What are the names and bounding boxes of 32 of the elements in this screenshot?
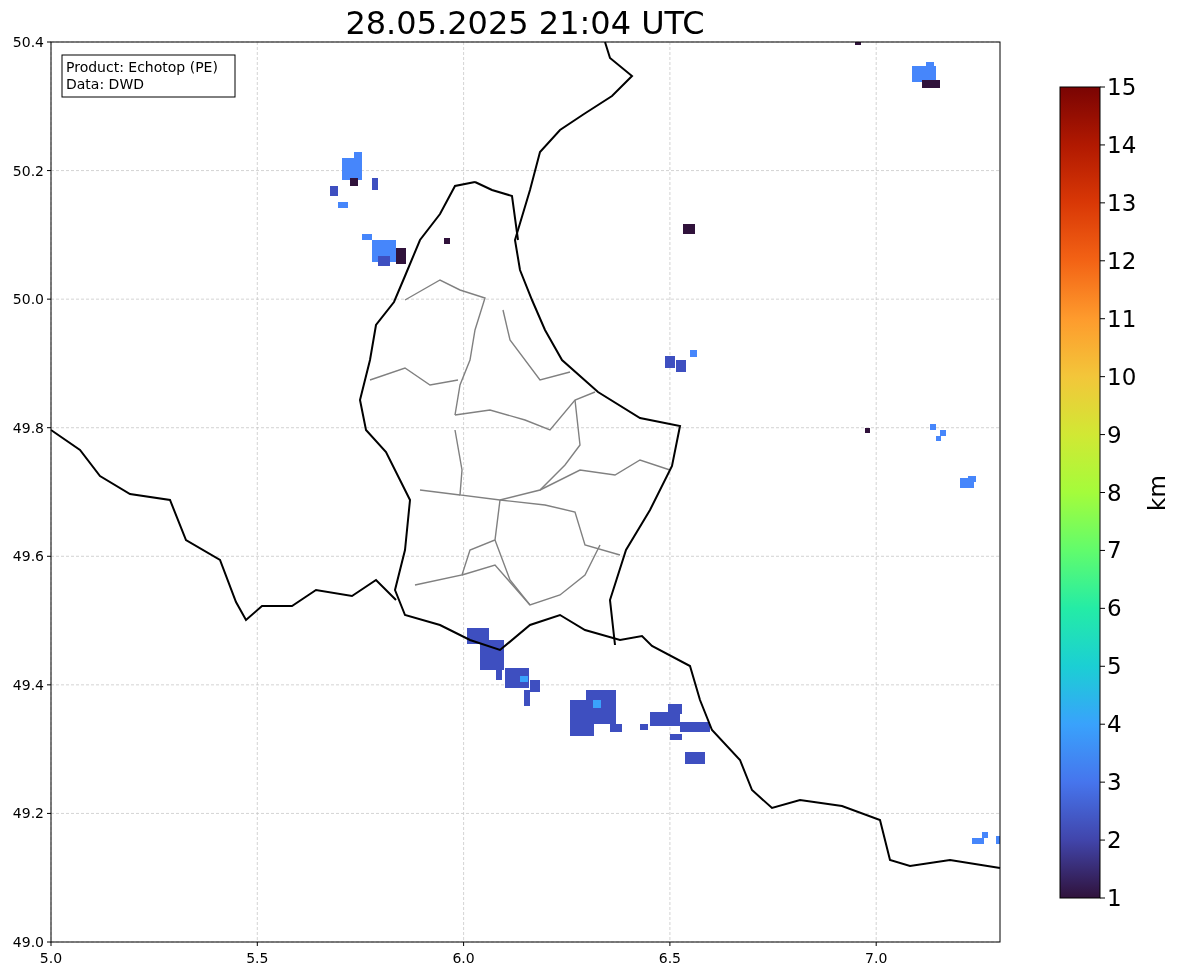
colorbar-tick-label: 13 [1107, 189, 1137, 216]
y-tick-label: 50.4 [12, 34, 44, 50]
x-tick-label: 7.0 [865, 950, 888, 966]
info-text: Product: Echotop (PE) [66, 59, 218, 75]
y-tick-label: 49.6 [12, 548, 44, 565]
colorbar-tick-label: 14 [1107, 131, 1137, 158]
y-tick-label: 50.0 [12, 291, 44, 308]
y-tick-label: 49.4 [12, 676, 44, 693]
colorbar-tick-label: 4 [1107, 711, 1122, 738]
colorbar-tick-label: 5 [1107, 653, 1122, 680]
colorbar-tick-label: 10 [1107, 363, 1137, 390]
y-tick-label: 49.0 [12, 934, 44, 950]
x-tick-label: 5.0 [39, 950, 63, 966]
y-tick-label: 50.2 [12, 162, 44, 179]
colorbar-tick-label: 7 [1107, 537, 1122, 564]
y-tick-label: 49.8 [12, 419, 44, 436]
x-tick-label: 5.5 [246, 950, 269, 966]
colorbar-tick-label: 12 [1107, 247, 1137, 274]
colorbar-tick-label: 2 [1107, 827, 1122, 854]
x-tick-label: 6.0 [452, 950, 475, 966]
colorbar-tick-label: 15 [1107, 74, 1137, 100]
colorbar-tick-label: 9 [1107, 421, 1122, 448]
info-text: Data: DWD [66, 76, 144, 92]
y-tick-label: 49.2 [12, 805, 44, 822]
chart-title: 28.05.2025 21:04 UTC [345, 4, 705, 42]
colorbar-tick-label: 3 [1107, 769, 1122, 796]
x-tick-label: 6.5 [658, 950, 682, 966]
colorbar-tick-label: 11 [1107, 305, 1137, 332]
colorbar-tick-label: 6 [1107, 595, 1122, 622]
colorbar-tick-label: 1 [1107, 885, 1122, 911]
colorbar-label: km [1144, 475, 1170, 511]
colorbar-tick-label: 8 [1107, 479, 1122, 506]
